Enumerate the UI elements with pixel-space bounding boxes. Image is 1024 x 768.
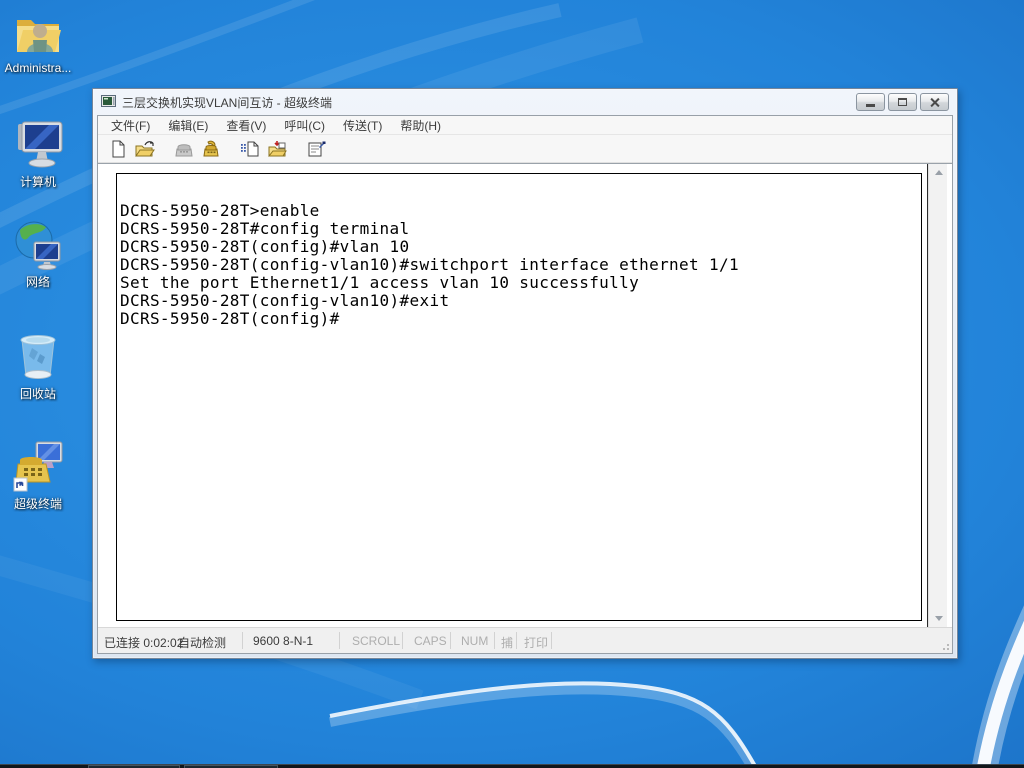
status-separator [339,632,340,649]
desktop-icon-recycle-bin[interactable]: 回收站 [0,330,76,402]
window-title: 三层交换机实现VLAN间互访 - 超级终端 [122,94,856,111]
status-separator [516,632,517,649]
status-separator [242,632,243,649]
desktop-icon-hyperterminal[interactable]: 超级终端 [0,438,76,512]
maximize-button[interactable] [888,93,917,111]
hyperterminal-icon [12,438,64,492]
status-print-echo: 打印 [524,634,548,651]
terminal-line: Set the port Ethernet1/1 access vlan 10 … [120,274,921,292]
status-separator [402,632,403,649]
status-autodetect: 自动检测 [178,634,226,651]
window-icon [101,95,116,109]
status-baud-rate: 9600 8-N-1 [253,634,313,648]
desktop-icon-label: 网络 [0,273,76,290]
open-folder-icon [135,140,155,158]
menu-view[interactable]: 查看(V) [217,116,275,134]
terminal-line: DCRS-5950-28T(config)# [120,310,921,328]
hyperterminal-window: 三层交换机实现VLAN间互访 - 超级终端 文件(F) 编辑(E) 查看(V) … [92,88,958,659]
maximize-icon [898,98,907,106]
desktop-icon-label: 回收站 [0,385,76,402]
desktop-icon-network[interactable]: 网络 [0,218,76,290]
close-icon [930,97,940,107]
minimize-icon [866,104,875,107]
call-button[interactable] [172,138,195,160]
status-separator [551,632,552,649]
terminal-client-area: DCRS-5950-28T>enable DCRS-5950-28T#confi… [98,163,952,627]
minimize-button[interactable] [856,93,885,111]
menu-transfer[interactable]: 传送(T) [334,116,391,134]
arrow-down-icon [935,616,943,621]
menu-bar: 文件(F) 编辑(E) 查看(V) 呼叫(C) 传送(T) 帮助(H) [98,116,952,135]
user-folder-icon [13,8,63,58]
desktop-icon-user-folder[interactable]: Administra... [0,8,76,75]
status-separator [450,632,451,649]
title-bar[interactable]: 三层交换机实现VLAN间互访 - 超级终端 [93,89,957,115]
disconnect-button[interactable] [199,138,222,160]
new-document-button[interactable] [106,138,129,160]
vertical-scrollbar[interactable] [928,164,947,627]
scroll-down-button[interactable] [929,610,948,627]
terminal-line: DCRS-5950-28T#config terminal [120,220,921,238]
menu-call[interactable]: 呼叫(C) [275,116,334,134]
terminal-line: DCRS-5950-28T(config-vlan10)#exit [120,292,921,310]
recycle-bin-icon [14,330,62,382]
menu-file[interactable]: 文件(F) [102,116,159,134]
send-button[interactable] [238,138,261,160]
terminal-line: DCRS-5950-28T(config-vlan10)#switchport … [120,256,921,274]
taskbar[interactable] [0,764,1024,768]
toolbar [98,135,952,163]
resize-grip[interactable] [939,640,949,650]
menu-edit[interactable]: 编辑(E) [159,116,217,134]
terminal-line: DCRS-5950-28T>enable [120,202,921,220]
network-icon [12,218,64,270]
status-caps: CAPS [414,634,447,648]
call-phone-icon [174,140,194,158]
menu-help[interactable]: 帮助(H) [391,116,450,134]
terminal-line: DCRS-5950-28T(config)#vlan 10 [120,238,921,256]
terminal-screen[interactable]: DCRS-5950-28T>enable DCRS-5950-28T#confi… [116,173,922,621]
desktop-icon-label: 超级终端 [0,495,76,512]
properties-icon [306,140,326,158]
disconnect-phone-icon [201,140,221,158]
status-capture: 捕 [501,634,513,651]
new-document-icon [109,140,127,158]
arrow-up-icon [935,170,943,175]
status-num: NUM [461,634,488,648]
status-connection: 已连接 0:02:02 [104,634,183,651]
properties-button[interactable] [304,138,327,160]
computer-icon [12,120,64,170]
desktop-icon-computer[interactable]: 计算机 [0,120,76,190]
open-button[interactable] [133,138,156,160]
desktop-icon-label: 计算机 [0,173,76,190]
status-separator [494,632,495,649]
receive-folder-icon [267,140,287,158]
close-button[interactable] [920,93,949,111]
desktop-icon-label: Administra... [0,61,76,75]
receive-button[interactable] [265,138,288,160]
status-bar: 已连接 0:02:02 自动检测 9600 8-N-1 SCROLL CAPS … [98,627,952,653]
send-file-icon [240,140,260,158]
scroll-up-button[interactable] [929,164,948,181]
status-scroll: SCROLL [352,634,400,648]
